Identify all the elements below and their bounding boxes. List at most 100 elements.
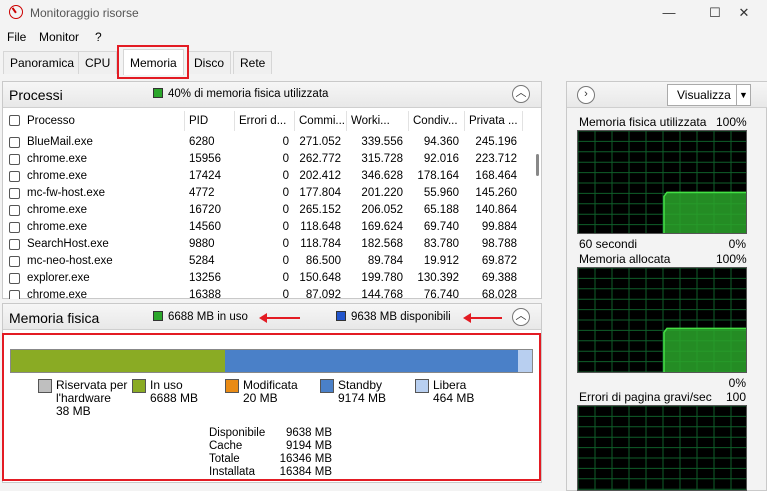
memory-bar-border <box>10 349 533 373</box>
cell-pid: 6280 <box>189 136 215 148</box>
chevron-right-icon[interactable]: › <box>577 86 595 104</box>
cell-pid: 4772 <box>189 187 215 199</box>
in-uso-status: 6688 MB in uso <box>153 311 248 323</box>
cell-process-name: mc-fw-host.exe <box>27 187 105 199</box>
cell-commit: 265.152 <box>299 204 341 216</box>
processi-header[interactable]: Processi 40% di memoria fisica utilizzat… <box>3 82 541 108</box>
chevron-up-icon[interactable]: ︿ <box>512 85 530 103</box>
row-checkbox[interactable] <box>9 256 20 267</box>
cell-privata: 69.872 <box>481 255 517 267</box>
table-row[interactable]: mc-fw-host.exe 4772 0 177.804 201.220 55.960 1… <box>3 185 533 202</box>
table-row[interactable]: BlueMail.exe 6280 0 271.052 339.556 94.360 245… <box>3 134 533 151</box>
legend-text: In uso 6688 MB <box>150 379 198 405</box>
legend-text: Modificata 20 MB <box>243 379 298 405</box>
cell-working-set: 89.784 <box>367 255 403 267</box>
tab-rete[interactable]: Rete <box>233 51 273 74</box>
graph-canvas <box>577 405 747 491</box>
cell-process-name: explorer.exe <box>27 272 90 284</box>
legend-swatch <box>132 379 146 393</box>
menu-help[interactable]: ? <box>95 30 102 44</box>
tab-cpu[interactable]: CPU <box>78 51 118 74</box>
cell-pid: 15956 <box>189 153 221 165</box>
arrow-annotation-disponibili <box>463 313 502 323</box>
graph-usage-area <box>664 328 746 372</box>
cell-process-name: BlueMail.exe <box>27 136 93 148</box>
summary-label: Cache <box>209 440 243 452</box>
column-errori[interactable]: Errori d... <box>235 111 295 131</box>
row-checkbox[interactable] <box>9 222 20 233</box>
cell-errori: 0 <box>282 187 289 199</box>
processi-scrollbar[interactable] <box>533 134 543 302</box>
legend-value: 6688 MB <box>150 391 199 405</box>
table-row[interactable]: chrome.exe 17424 0 202.412 346.628 178.164 168… <box>3 168 533 185</box>
tab-panoramica[interactable]: Panoramica <box>3 51 82 74</box>
cell-errori: 0 <box>282 289 289 299</box>
summary-label: Totale <box>209 453 240 465</box>
column-processo[interactable]: Processo <box>23 111 185 131</box>
cell-working-set: 315.728 <box>361 153 403 165</box>
memory-usage-status: 40% di memoria fisica utilizzata <box>153 88 328 100</box>
cell-pid: 9880 <box>189 238 215 250</box>
column-pid[interactable]: PID <box>185 111 235 131</box>
column-working-set[interactable]: Worki... <box>347 111 409 131</box>
cell-privata: 145.260 <box>475 187 517 199</box>
row-checkbox[interactable] <box>9 137 20 148</box>
legend-text: Libera 464 MB <box>433 379 474 405</box>
legend-swatch <box>415 379 429 393</box>
arrow-annotation-in-uso <box>259 313 300 323</box>
graph-usage-area <box>664 192 746 233</box>
cell-process-name: chrome.exe <box>27 170 88 182</box>
cell-pid: 17424 <box>189 170 221 182</box>
graph-title: Memoria allocata <box>579 252 671 266</box>
legend-value: 20 MB <box>243 391 278 405</box>
row-checkbox[interactable] <box>9 290 20 299</box>
cell-working-set: 346.628 <box>361 170 403 182</box>
close-button[interactable]: ✕ <box>721 0 767 26</box>
table-row[interactable]: chrome.exe 15956 0 262.772 315.728 92.016 223.… <box>3 151 533 168</box>
table-row[interactable]: mc-neo-host.exe 5284 0 86.500 89.784 19.912 69… <box>3 253 533 270</box>
tab-memoria[interactable]: Memoria <box>123 49 184 75</box>
row-checkbox[interactable] <box>9 154 20 165</box>
memoria-fisica-title: Memoria fisica <box>9 310 100 326</box>
visualizza-dropdown[interactable]: Visualizza ▼ <box>667 84 751 106</box>
menu-file[interactable]: File <box>7 30 26 44</box>
memory-breakdown-box: Riservata per l'hardware 38 MB In uso 6688 … <box>2 333 541 481</box>
cell-errori: 0 <box>282 272 289 284</box>
legend-label: Standby <box>338 378 383 392</box>
cell-process-name: chrome.exe <box>27 221 88 233</box>
row-checkbox[interactable] <box>9 273 20 284</box>
graph-max-label: 100% <box>716 252 747 266</box>
chevron-up-icon[interactable]: ︿ <box>512 308 530 326</box>
table-row[interactable]: chrome.exe 14560 0 118.648 169.624 69.740 99.8… <box>3 219 533 236</box>
column-commit[interactable]: Commi... <box>295 111 347 131</box>
cell-process-name: chrome.exe <box>27 289 88 299</box>
memory-usage-text: 40% di memoria fisica utilizzata <box>168 88 329 100</box>
cell-working-set: 199.780 <box>361 272 403 284</box>
cell-privata: 98.788 <box>481 238 517 250</box>
table-row[interactable]: SearchHost.exe 9880 0 118.784 182.568 83.780 9… <box>3 236 533 253</box>
row-checkbox[interactable] <box>9 205 20 216</box>
cell-working-set: 182.568 <box>361 238 403 250</box>
chevron-down-icon[interactable]: ▼ <box>736 85 750 105</box>
cell-privata: 245.196 <box>475 136 517 148</box>
select-all-checkbox[interactable] <box>9 115 20 126</box>
cell-working-set: 339.556 <box>361 136 403 148</box>
column-condivisibile[interactable]: Condiv... <box>409 111 465 131</box>
minimize-button[interactable]: — <box>646 0 692 26</box>
row-checkbox[interactable] <box>9 239 20 250</box>
table-row[interactable]: explorer.exe 13256 0 150.648 199.780 130.392 6… <box>3 270 533 287</box>
table-row[interactable]: chrome.exe 16388 0 87.092 144.768 76.740 68.02… <box>3 287 533 299</box>
row-checkbox[interactable] <box>9 188 20 199</box>
table-row[interactable]: chrome.exe 16720 0 265.152 206.052 65.188 140.… <box>3 202 533 219</box>
menu-monitor[interactable]: Monitor <box>39 30 79 44</box>
cell-process-name: mc-neo-host.exe <box>27 255 113 267</box>
tab-disco[interactable]: Disco <box>187 51 232 74</box>
cell-working-set: 201.220 <box>361 187 403 199</box>
scroll-thumb[interactable] <box>536 154 539 176</box>
cell-condivisibile: 65.188 <box>423 204 459 216</box>
graph-min-label: 0% <box>728 237 746 251</box>
processi-table: BlueMail.exe 6280 0 271.052 339.556 94.360 245… <box>3 134 533 299</box>
summary-label: Installata <box>209 466 256 478</box>
row-checkbox[interactable] <box>9 171 20 182</box>
column-privata[interactable]: Privata ... <box>465 111 523 131</box>
